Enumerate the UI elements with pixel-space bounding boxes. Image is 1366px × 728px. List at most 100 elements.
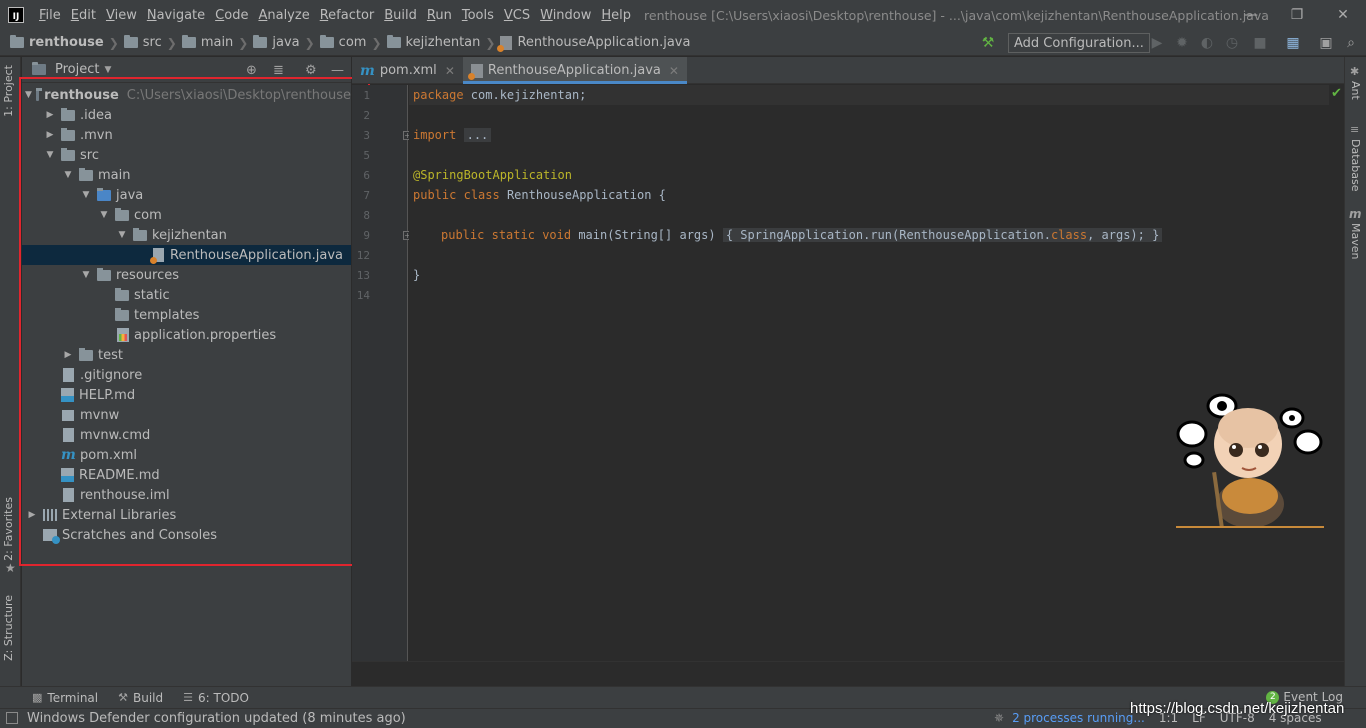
profile-icon[interactable]: ◷ <box>1224 35 1240 51</box>
project-tool-tab[interactable]: 1: Project <box>2 65 15 117</box>
tree-item-external-libraries[interactable]: ▶ External Libraries <box>22 505 351 525</box>
menu-code[interactable]: Code <box>210 8 253 23</box>
coverage-icon[interactable]: ◐ <box>1199 35 1215 51</box>
folded-imports[interactable]: ... <box>463 128 492 142</box>
module-folder-icon <box>35 87 43 101</box>
tree-item-kejizhentan[interactable]: ▼ kejizhentan <box>22 225 351 245</box>
breadcrumb-src[interactable]: src <box>123 35 162 50</box>
breadcrumb-main[interactable]: main <box>181 35 233 50</box>
menu-file[interactable]: File <box>34 8 66 23</box>
tree-item-java[interactable]: ▼ java <box>22 185 351 205</box>
expanded-arrow-icon[interactable]: ▼ <box>79 270 93 280</box>
tree-item-readme-md[interactable]: README.md <box>22 465 351 485</box>
hide-panel-icon[interactable]: — <box>331 63 344 78</box>
ant-tool-tab[interactable]: Ant <box>1349 81 1362 100</box>
breadcrumb-java[interactable]: java <box>253 35 300 50</box>
layout-icon[interactable]: ▣ <box>1318 35 1334 51</box>
run-icon[interactable]: ▶ <box>1149 35 1165 51</box>
menu-refactor[interactable]: Refactor <box>315 8 380 23</box>
tree-item-renthouse[interactable]: ▼ renthouse C:\Users\xiaosi\Desktop\rentho… <box>22 85 351 105</box>
menu-run[interactable]: Run <box>422 8 457 23</box>
expanded-arrow-icon[interactable]: ▼ <box>79 190 93 200</box>
expanded-arrow-icon[interactable]: ▼ <box>61 170 75 180</box>
minimize-icon[interactable]: — <box>1228 0 1274 30</box>
menu-tools[interactable]: Tools <box>457 8 499 23</box>
tree-item-mvnw-cmd[interactable]: mvnw.cmd <box>22 425 351 445</box>
inspection-ok-icon[interactable]: ✔ <box>1331 86 1342 101</box>
menu-help[interactable]: Help <box>596 8 636 23</box>
tree-item-test[interactable]: ▶ test <box>22 345 351 365</box>
collapse-all-icon[interactable]: ≣ <box>273 63 284 78</box>
structure-tool-tab[interactable]: Z: Structure <box>2 595 15 661</box>
collapsed-arrow-icon[interactable]: ▶ <box>61 350 75 360</box>
locate-icon[interactable]: ⊕ <box>246 63 257 78</box>
toggle-tool-windows-icon[interactable] <box>6 712 18 724</box>
menu-analyze[interactable]: Analyze <box>253 8 314 23</box>
build-hammer-icon[interactable]: ⚒ <box>980 35 996 51</box>
tree-item-idea[interactable]: ▶ .idea <box>22 105 351 125</box>
tree-item-gitignore[interactable]: .gitignore <box>22 365 351 385</box>
project-view-dropdown[interactable]: Project <box>55 62 99 77</box>
tree-item-main[interactable]: ▼ main <box>22 165 351 185</box>
tree-item-templates[interactable]: templates <box>22 305 351 325</box>
tree-item-label: src <box>80 147 99 163</box>
expanded-arrow-icon[interactable]: ▼ <box>25 90 32 100</box>
folder-icon <box>61 107 75 121</box>
tree-item-static[interactable]: static <box>22 285 351 305</box>
debug-icon[interactable]: ✹ <box>1174 35 1190 51</box>
search-icon[interactable]: ⌕ <box>1343 35 1359 51</box>
breadcrumb-file[interactable]: RenthouseApplication.java <box>497 35 690 52</box>
menu-vcs[interactable]: VCS <box>499 8 535 23</box>
menu-navigate[interactable]: Navigate <box>142 8 210 23</box>
breadcrumb-com[interactable]: com <box>319 35 366 50</box>
tree-item-src[interactable]: ▼ src <box>22 145 351 165</box>
menu-build[interactable]: Build <box>379 8 422 23</box>
tree-item-resources[interactable]: ▼ resources <box>22 265 351 285</box>
close-icon[interactable]: ✕ <box>445 64 455 78</box>
breadcrumb-project[interactable]: renthouse <box>10 35 104 50</box>
build-tool-button[interactable]: ⚒ Build <box>118 691 163 705</box>
background-processes[interactable]: 2 processes running... <box>1012 711 1145 725</box>
breadcrumb-kejizhentan[interactable]: kejizhentan <box>386 35 480 50</box>
tree-item-application-properties[interactable]: application.properties <box>22 325 351 345</box>
menu-view[interactable]: View <box>101 8 142 23</box>
tree-item-renthouse-application[interactable]: RenthouseApplication.java <box>22 245 351 265</box>
database-tool-tab[interactable]: Database <box>1349 139 1362 192</box>
tree-item-scratches[interactable]: Scratches and Consoles <box>22 525 351 545</box>
tree-item-help-md[interactable]: HELP.md <box>22 385 351 405</box>
tab-renthouse-application[interactable]: RenthouseApplication.java ✕ <box>462 57 687 84</box>
collapsed-arrow-icon[interactable]: ▶ <box>43 130 57 140</box>
expanded-arrow-icon[interactable]: ▼ <box>115 230 129 240</box>
expanded-arrow-icon[interactable]: ▼ <box>43 150 57 160</box>
tree-item-label: test <box>98 347 123 363</box>
gear-icon[interactable]: ⚙ <box>305 63 317 78</box>
tree-item-renthouse-iml[interactable]: renthouse.iml <box>22 485 351 505</box>
add-configuration-button[interactable]: Add Configuration... <box>1008 33 1150 53</box>
properties-file-icon <box>117 328 129 342</box>
tree-item-label: pom.xml <box>80 447 137 463</box>
markdown-file-icon <box>61 388 74 402</box>
todo-tool-button[interactable]: ☰ 6: TODO <box>183 691 249 705</box>
tree-item-mvn[interactable]: ▶ .mvn <box>22 125 351 145</box>
status-message[interactable]: Windows Defender configuration updated (… <box>27 711 406 726</box>
chevron-down-icon[interactable]: ▼ <box>104 65 111 75</box>
project-structure-icon[interactable]: ▦ <box>1285 35 1301 51</box>
stop-icon[interactable]: ■ <box>1252 35 1268 51</box>
tree-item-mvnw[interactable]: mvnw <box>22 405 351 425</box>
tree-item-label: resources <box>116 267 180 283</box>
tree-item-com[interactable]: ▼ com <box>22 205 351 225</box>
maven-tool-tab[interactable]: Maven <box>1349 223 1362 259</box>
close-icon[interactable]: ✕ <box>669 64 679 78</box>
menu-edit[interactable]: Edit <box>66 8 101 23</box>
expanded-arrow-icon[interactable]: ▼ <box>97 210 111 220</box>
close-window-icon[interactable]: ✕ <box>1320 0 1366 30</box>
terminal-tool-button[interactable]: ▩ Terminal <box>32 691 98 705</box>
menu-window[interactable]: Window <box>535 8 596 23</box>
collapsed-arrow-icon[interactable]: ▶ <box>43 110 57 120</box>
tab-pom-xml[interactable]: m pom.xml ✕ <box>352 57 463 84</box>
folded-method-body[interactable]: { SpringApplication.run(RenthouseApplica… <box>722 228 1163 242</box>
restore-icon[interactable]: ❐ <box>1274 0 1320 30</box>
favorites-tool-tab[interactable]: 2: Favorites <box>2 497 15 561</box>
collapsed-arrow-icon[interactable]: ▶ <box>25 510 39 520</box>
tree-item-pom-xml[interactable]: m pom.xml <box>22 445 351 465</box>
